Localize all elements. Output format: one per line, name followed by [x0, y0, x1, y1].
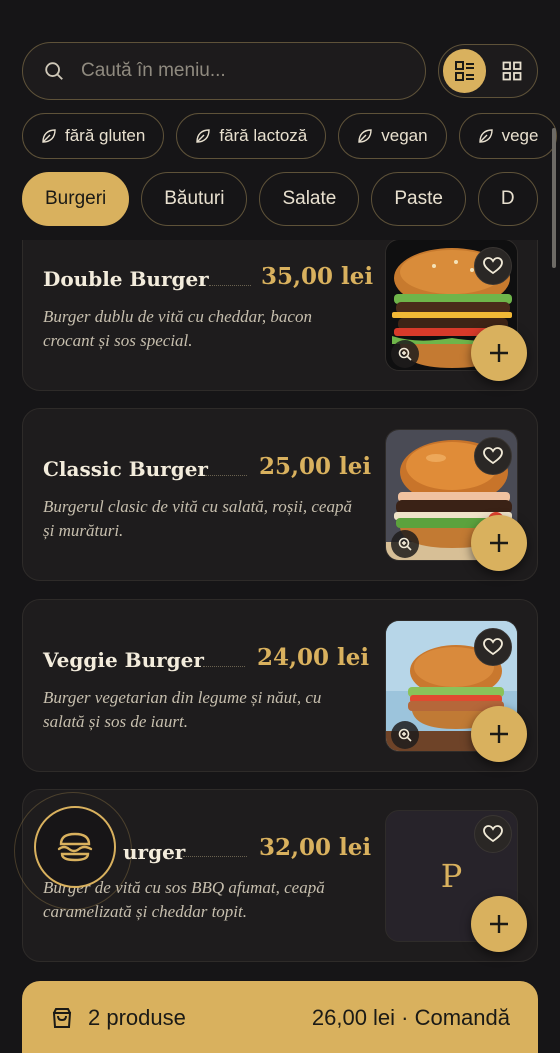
zoom-button[interactable] — [391, 530, 419, 558]
grid-view-icon — [502, 61, 521, 81]
heart-icon — [483, 447, 503, 465]
product-price: 24,00 lei — [257, 644, 370, 671]
filter-label: fără lactoză — [219, 126, 308, 145]
product-price: 25,00 lei — [259, 453, 372, 480]
leaf-icon — [42, 129, 56, 143]
product-card[interactable]: Veggie Burger 24,00 lei Burger vegetaria… — [22, 599, 538, 772]
price-leader — [183, 856, 247, 857]
tab-salate[interactable]: Salate — [259, 172, 360, 226]
plus-icon — [490, 344, 508, 362]
product-price: 35,00 lei — [261, 263, 374, 290]
search-icon — [45, 62, 63, 80]
leaf-icon — [196, 129, 211, 143]
category-tabs: Burgeri Băuturi Salate Paste D — [22, 172, 560, 226]
product-name: urger — [123, 840, 186, 864]
product-name: Double Burger — [43, 267, 209, 291]
favorite-button[interactable] — [474, 628, 512, 666]
zoom-in-icon — [398, 728, 412, 742]
filter-chip[interactable]: fără lactoză — [176, 113, 327, 159]
zoom-button[interactable] — [391, 721, 419, 749]
list-view-icon — [454, 61, 474, 81]
burger-icon — [57, 832, 93, 862]
add-to-cart-button[interactable] — [471, 706, 527, 762]
category-menu-button[interactable] — [34, 806, 116, 888]
product-card[interactable]: Double Burger 35,00 lei Burger dublu de … — [22, 240, 538, 391]
add-to-cart-button[interactable] — [471, 515, 527, 571]
list-view-button[interactable] — [443, 49, 486, 93]
zoom-button[interactable] — [391, 340, 419, 368]
cart-count: 2 produse — [88, 1005, 186, 1030]
plus-icon — [490, 725, 508, 743]
product-description: Burgerul clasic de vită cu salată, roșii… — [43, 497, 352, 540]
zoom-in-icon — [398, 347, 412, 361]
filter-label: vegan — [381, 126, 428, 145]
cart-bar[interactable]: 2 produse 26,00 lei · Comandă — [22, 981, 538, 1053]
product-price: 32,00 lei — [259, 834, 372, 861]
add-to-cart-button[interactable] — [471, 896, 527, 952]
tab-desert[interactable]: D — [477, 172, 538, 226]
heart-icon — [483, 825, 503, 843]
price-leader — [209, 285, 251, 286]
filter-label: vege — [501, 126, 539, 145]
product-description: Burger dublu de vită cu cheddar, bacon c… — [43, 307, 312, 350]
shopping-bag-icon — [52, 1008, 72, 1028]
filter-chip[interactable]: vege — [458, 113, 558, 159]
plus-icon — [490, 534, 508, 552]
favorite-button[interactable] — [474, 815, 512, 853]
tab-paste[interactable]: Paste — [371, 172, 466, 226]
price-leader — [205, 475, 247, 476]
filter-chip[interactable]: fără gluten — [22, 113, 165, 159]
leaf-icon — [358, 129, 372, 143]
order-button[interactable]: 26,00 lei · Comandă — [312, 1005, 510, 1031]
favorite-button[interactable] — [474, 437, 512, 475]
tab-burgeri[interactable]: Burgeri — [22, 172, 130, 226]
product-description: Burger vegetarian din legume și năut, cu… — [43, 688, 322, 731]
product-name: Classic Burger — [43, 457, 208, 481]
plus-icon — [490, 915, 508, 933]
dietary-filters: fără gluten fără lactoză vegan vege — [22, 113, 560, 159]
tab-bauturi[interactable]: Băuturi — [141, 172, 248, 226]
add-to-cart-button[interactable] — [471, 325, 527, 381]
leaf-icon — [478, 129, 493, 143]
product-card[interactable]: Classic Burger 25,00 lei Burgerul clasic… — [22, 408, 538, 581]
search-input[interactable] — [81, 60, 401, 82]
placeholder-initial: P — [440, 857, 463, 895]
filter-chip[interactable]: vegan — [338, 113, 447, 159]
zoom-in-icon — [398, 537, 412, 551]
view-toggle — [438, 44, 538, 98]
product-name: Veggie Burger — [43, 648, 204, 672]
price-leader — [203, 666, 245, 667]
grid-view-button[interactable] — [490, 49, 533, 93]
heart-icon — [483, 638, 503, 656]
favorite-button[interactable] — [474, 247, 512, 285]
heart-icon — [483, 257, 503, 275]
search-bar[interactable] — [22, 42, 426, 100]
filter-label: fără gluten — [65, 126, 146, 145]
